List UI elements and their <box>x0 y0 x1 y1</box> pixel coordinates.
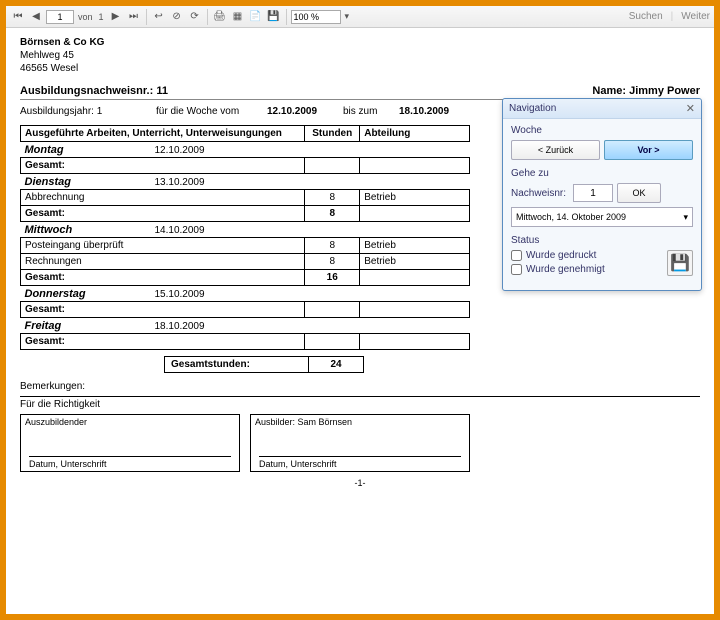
stop-icon[interactable]: ⊘ <box>169 9 185 25</box>
page-of-label: von <box>76 12 95 22</box>
day-name: Montag <box>25 144 155 156</box>
close-icon[interactable]: ✕ <box>686 102 695 115</box>
forward-button[interactable]: Vor > <box>604 140 693 160</box>
total-label: Gesamt: <box>21 206 305 222</box>
approved-checkbox[interactable]: Wurde genehmigt <box>511 264 605 275</box>
day-name: Mittwoch <box>25 224 155 236</box>
to-date: 18.10.2009 <box>399 106 469 117</box>
col-work: Ausgeführte Arbeiten, Unterricht, Unterw… <box>21 126 305 142</box>
total-label: Gesamt: <box>21 302 305 318</box>
day-name: Freitag <box>25 320 155 332</box>
day-date: 18.10.2009 <box>155 321 205 332</box>
nav-title: Navigation <box>509 103 556 114</box>
day-date: 12.10.2009 <box>155 145 205 156</box>
day-total <box>305 158 360 174</box>
from-date: 12.10.2009 <box>267 106 337 117</box>
name-label: Name: <box>592 85 626 97</box>
record-field-label: Nachweisnr: <box>511 188 569 199</box>
company-block: Börnsen & Co KG Mehlweg 45 46565 Wesel <box>20 36 700 75</box>
record-spinner[interactable] <box>573 184 613 202</box>
status-label: Status <box>511 235 693 246</box>
day-name: Donnerstag <box>25 288 155 300</box>
nav-titlebar: Navigation ✕ <box>503 99 701 119</box>
printed-checkbox[interactable]: Wurde gedruckt <box>511 250 605 261</box>
next-link[interactable]: Weiter <box>681 11 710 22</box>
last-page-icon[interactable]: ⏭ <box>126 9 142 25</box>
dept-cell: Betrieb <box>360 238 470 254</box>
company-name: Börnsen & Co KG <box>20 36 700 49</box>
navigation-panel: Navigation ✕ Woche < Zurück Vor > Gehe z… <box>502 98 702 291</box>
year-label: Ausbildungsjahr: <box>20 106 94 117</box>
trainer-role: Ausbilder: Sam Börnsen <box>255 417 465 427</box>
dept-cell: Betrieb <box>360 190 470 206</box>
zoom-dropdown-icon[interactable]: ▾ <box>343 11 352 22</box>
company-city: 46565 Wesel <box>20 62 700 75</box>
prev-page-icon[interactable]: ◀ <box>28 9 44 25</box>
hours-cell: 8 <box>305 190 360 206</box>
report-toolbar: ⏮ ◀ von 1 ▶ ⏭ ↩ ⊘ ⟳ 🖨 ▦ 📄 💾 ▾ Suchen | W… <box>6 6 714 28</box>
day-total: 8 <box>305 206 360 222</box>
chevron-down-icon: ▾ <box>683 212 688 223</box>
trainee-sign-box: Auszubildender Datum, Unterschrift <box>20 414 240 472</box>
trainee-role: Auszubildender <box>25 417 235 427</box>
to-label: bis zum <box>343 106 393 117</box>
dept-cell: Betrieb <box>360 254 470 270</box>
layout-icon[interactable]: ▦ <box>230 9 246 25</box>
first-page-icon[interactable]: ⏮ <box>10 9 26 25</box>
week-label: Woche <box>511 125 693 136</box>
signature-row: Auszubildender Datum, Unterschrift Ausbi… <box>20 414 700 472</box>
col-dept: Abteilung <box>360 126 470 142</box>
day-total: 16 <box>305 270 360 286</box>
trainer-sign-box: Ausbilder: Sam Börnsen Datum, Unterschri… <box>250 414 470 472</box>
sign-caption: Datum, Unterschrift <box>29 459 107 469</box>
back-icon[interactable]: ↩ <box>151 9 167 25</box>
zoom-input[interactable] <box>291 10 341 24</box>
trainee-name: Jimmy Power <box>629 85 700 97</box>
grand-total-value: 24 <box>309 357 363 372</box>
remarks-label: Bemerkungen: <box>20 381 700 392</box>
page-setup-icon[interactable]: 📄 <box>248 9 264 25</box>
print-icon[interactable]: 🖨 <box>212 9 228 25</box>
col-hours: Stunden <box>305 126 360 142</box>
work-cell: Abbrechnung <box>21 190 305 206</box>
work-table: Ausgeführte Arbeiten, Unterricht, Unterw… <box>20 125 470 350</box>
goto-label: Gehe zu <box>511 168 693 179</box>
refresh-icon[interactable]: ⟳ <box>187 9 203 25</box>
page-total: 1 <box>97 12 106 22</box>
day-date: 13.10.2009 <box>155 177 205 188</box>
export-icon[interactable]: 💾 <box>266 9 282 25</box>
record-no: 11 <box>156 85 168 97</box>
from-label: für die Woche vom <box>156 106 261 117</box>
ok-button[interactable]: OK <box>617 183 661 203</box>
page-number: -1- <box>20 478 700 488</box>
total-label: Gesamt: <box>21 158 305 174</box>
work-cell: Rechnungen <box>21 254 305 270</box>
grand-total-label: Gesamtstunden: <box>165 357 309 372</box>
day-total <box>305 334 360 350</box>
day-total <box>305 302 360 318</box>
search-link[interactable]: Suchen <box>629 11 663 22</box>
day-date: 14.10.2009 <box>155 225 205 236</box>
save-icon[interactable]: 💾 <box>667 250 693 276</box>
sign-caption: Datum, Unterschrift <box>259 459 337 469</box>
total-label: Gesamt: <box>21 270 305 286</box>
year-value: 1 <box>97 106 103 117</box>
day-date: 15.10.2009 <box>155 289 205 300</box>
next-page-icon[interactable]: ▶ <box>108 9 124 25</box>
page-input[interactable] <box>46 10 74 24</box>
date-dropdown[interactable]: Mittwoch, 14. Oktober 2009 ▾ <box>511 207 693 227</box>
date-value: Mittwoch, 14. Oktober 2009 <box>516 212 626 222</box>
record-label: Ausbildungsnachweisnr.: <box>20 85 153 97</box>
hours-cell: 8 <box>305 238 360 254</box>
hours-cell: 8 <box>305 254 360 270</box>
back-button[interactable]: < Zurück <box>511 140 600 160</box>
total-label: Gesamt: <box>21 334 305 350</box>
correctness-label: Für die Richtigkeit <box>20 396 700 410</box>
day-name: Dienstag <box>25 176 155 188</box>
company-street: Mehlweg 45 <box>20 49 700 62</box>
grand-total-box: Gesamtstunden: 24 <box>164 356 364 373</box>
work-cell: Posteingang überprüft <box>21 238 305 254</box>
